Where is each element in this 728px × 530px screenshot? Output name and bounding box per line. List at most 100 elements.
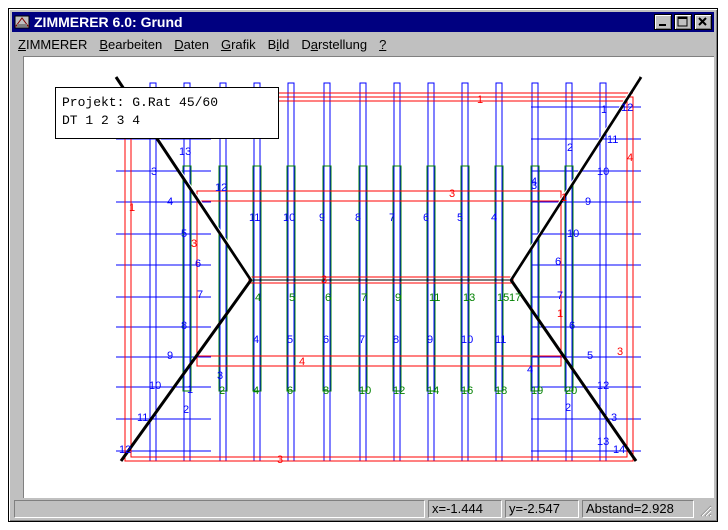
rafter-0 [149,82,157,462]
app-icon[interactable] [14,14,30,30]
red-label-6: 3 [277,454,283,466]
right-label-18: 4 [531,176,537,188]
rafter-label-top-1: 10 [283,212,295,224]
left-label-2: 4 [167,196,173,208]
maximize-icon [677,16,688,27]
green-label-middle-0: 4 [255,292,261,304]
right-label-6: 9 [585,196,591,208]
rafter-label-top-4: 7 [389,212,395,224]
red-beam-bottom [196,355,562,367]
rafter-4 [287,82,295,462]
menu-item-daten[interactable]: Daten [168,37,215,52]
right-label-7: 10 [567,228,579,240]
rafter-label-top-6: 5 [457,212,463,224]
project-layers: DT 1 2 3 4 [62,113,141,128]
title-bar[interactable]: ZIMMERER 6.0: Grund [12,12,714,32]
red-beam-top [196,190,562,202]
project-info-box: Projekt: G.Rat 45/60 DT 1 2 3 4 [55,87,279,139]
left-label-3: 5 [181,228,187,240]
rafter-label-bottom-2: 6 [323,334,329,346]
green-label-bottom-8: 18 [495,385,507,397]
red-label-9: 4 [627,152,633,164]
green-label-middle-2: 6 [325,292,331,304]
window-title: ZIMMERER 6.0: Grund [34,14,183,30]
menu-item-help[interactable]: ? [373,37,392,52]
red-label-0: 1 [477,94,483,106]
rafter-label-bottom-6: 10 [461,334,473,346]
left-label-0: 13 [179,146,191,158]
right-label-1: 12 [621,102,633,114]
minimize-button[interactable] [654,14,672,30]
right-label-11: 5 [587,350,593,362]
status-message [14,500,425,518]
red-label-5: 4 [299,356,305,368]
rafter-label-top-7: 4 [491,212,497,224]
rafter-label-top-5: 6 [423,212,429,224]
menu-item-darstellung[interactable]: Darstellung [295,37,373,52]
red-label-7: 1 [557,308,563,320]
left-label-7: 9 [167,350,173,362]
menu-item-bild[interactable]: Bild [262,37,296,52]
green-label-bottom-5: 12 [393,385,405,397]
left-label-10: 12 [119,444,131,456]
red-label-1: 1 [129,202,135,214]
status-y-coordinate: y=-2.547 [505,500,579,518]
menu-bar: ZIMMERER Bearbeiten Daten Grafik Bild Darstel… [12,34,714,54]
green-label-bottom-7: 16 [461,385,473,397]
green-label-bottom-3: 8 [323,385,329,397]
green-label-middle-6: 13 [463,292,475,304]
status-distance: Abstand=2.928 [582,500,694,518]
rafter-2 [219,82,227,462]
project-name: Projekt: G.Rat 45/60 [62,95,219,110]
menu-item-grafik[interactable]: Grafik [215,37,262,52]
right-label-8: 6 [555,256,561,268]
menu-item-zimmerer[interactable]: ZIMMERER [12,37,93,52]
right-label-17: 14 [613,444,625,456]
maximize-button[interactable] [674,14,692,30]
close-button[interactable] [694,14,712,30]
right-label-2: 11 [607,134,618,146]
red-label-4: 3 [321,274,327,286]
green-label-bottom-4: 10 [359,385,371,397]
green-label-middle-3: 7 [361,292,367,304]
right-label-3: 2 [567,142,573,154]
rafter-label-bottom-5: 9 [427,334,433,346]
right-label-15: 2 [565,402,571,414]
rafter-label-bottom-1: 5 [287,334,293,346]
rafter-3 [253,82,261,462]
left-label-12: 2 [183,404,189,416]
green-label-middle-1: 5 [289,292,295,304]
green-label-bottom-9: 19 [531,385,543,397]
close-icon [698,17,707,26]
green-label-bottom-1: 4 [253,385,259,397]
rafter-label-top-2: 9 [319,212,325,224]
rafter-10 [495,82,503,462]
green-label-middle-4: 9 [395,292,401,304]
menu-item-bearbeiten[interactable]: Bearbeiten [93,37,168,52]
application-window: ZIMMERER 6.0: Grund ZIMMERER Bearbeiten Da… [8,8,718,522]
left-label-9: 11 [137,412,148,424]
left-label-13: 3 [217,370,223,382]
right-label-13: 12 [597,380,609,392]
green-label-bottom-10: 20 [565,385,577,397]
rafter-11 [531,82,539,462]
rafter-label-top-0: 11 [249,212,260,224]
rafter-label-bottom-4: 8 [393,334,399,346]
left-label-5: 7 [197,289,203,301]
rafter-label-bottom-7: 11 [495,334,506,346]
left-label-14: 12 [215,182,227,194]
right-label-14: 3 [611,412,617,424]
right-label-12: 4 [527,364,533,376]
green-label-bottom-2: 6 [287,385,293,397]
rafter-6 [359,82,367,462]
red-label-8: 3 [617,346,623,358]
left-label-1: 3 [151,166,157,178]
status-x-coordinate: x=-1.444 [428,500,502,518]
red-label-10: 1 [561,192,567,204]
rafter-7 [393,82,401,462]
outer-red-frame-inner [130,100,628,458]
green-label-middle-7: 15 [497,292,509,304]
rafter-5 [323,82,331,462]
right-label-10: 6 [569,320,575,332]
resize-grip-icon[interactable] [698,503,712,517]
